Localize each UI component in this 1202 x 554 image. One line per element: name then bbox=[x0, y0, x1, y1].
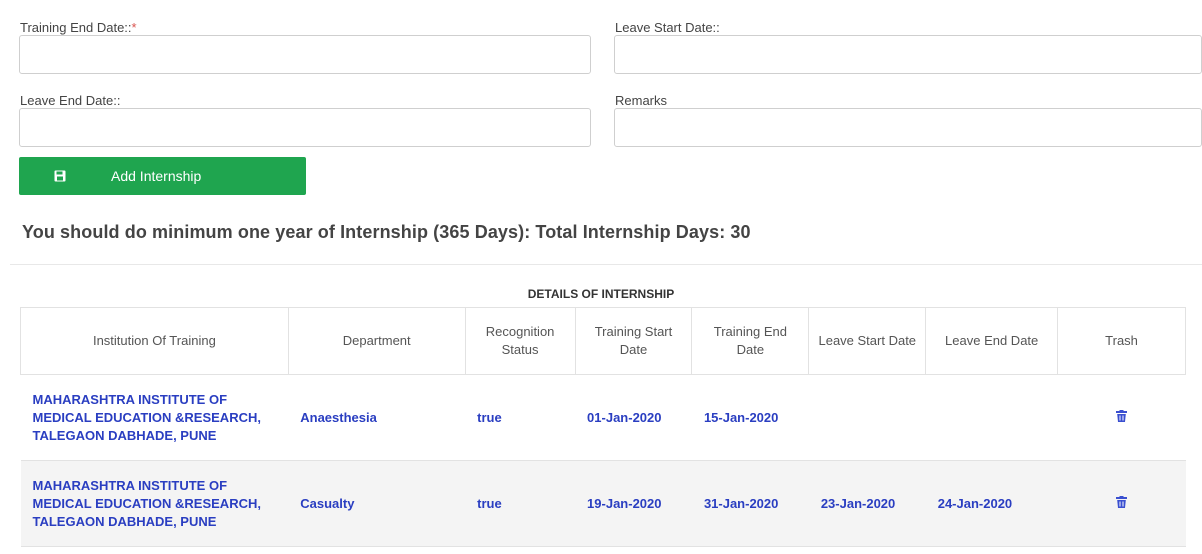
cell-leave-start bbox=[808, 374, 926, 461]
training-end-date-label-text: Training End Date:: bbox=[20, 20, 132, 35]
leave-start-date-input[interactable] bbox=[614, 35, 1202, 74]
col-header-leave-start: Leave Start Date bbox=[808, 307, 927, 375]
table-caption: DETAILS OF INTERNSHIP bbox=[527, 287, 675, 301]
cell-leave-end bbox=[925, 374, 1058, 461]
add-internship-label: Add Internship bbox=[111, 168, 202, 184]
trash-icon[interactable] bbox=[1116, 409, 1128, 427]
cell-institution: MAHARASHTRA INSTITUTE OF MEDICAL EDUCATI… bbox=[20, 460, 289, 547]
table-header-row: Institution Of Training Department Recog… bbox=[20, 307, 1186, 375]
cell-department: Casualty bbox=[288, 460, 466, 547]
col-header-institution: Institution Of Training bbox=[20, 307, 289, 375]
cell-trash bbox=[1057, 374, 1186, 461]
remarks-label: Remarks bbox=[615, 93, 668, 108]
training-end-date-input[interactable] bbox=[19, 35, 591, 74]
col-header-training-end: Training End Date bbox=[691, 307, 810, 375]
cell-training-start: 01-Jan-2020 bbox=[575, 374, 692, 461]
remarks-input[interactable] bbox=[614, 108, 1202, 147]
training-end-date-label: Training End Date::* bbox=[20, 20, 137, 35]
cell-training-end: 15-Jan-2020 bbox=[691, 374, 809, 461]
table-row: MAHARASHTRA INSTITUTE OF MEDICAL EDUCATI… bbox=[20, 460, 1186, 547]
cell-recognition: true bbox=[465, 460, 576, 547]
required-asterisk: * bbox=[131, 20, 137, 35]
cell-leave-end: 24-Jan-2020 bbox=[925, 460, 1058, 547]
add-internship-button[interactable]: Add Internship bbox=[19, 157, 306, 195]
table-row: MAHARASHTRA INSTITUTE OF MEDICAL EDUCATI… bbox=[20, 374, 1186, 461]
cell-department: Anaesthesia bbox=[288, 374, 466, 461]
leave-start-date-label: Leave Start Date:: bbox=[615, 20, 720, 35]
col-header-leave-end: Leave End Date bbox=[925, 307, 1059, 375]
col-header-department: Department bbox=[287, 307, 466, 375]
cell-recognition: true bbox=[465, 374, 576, 461]
trash-icon[interactable] bbox=[1116, 495, 1128, 513]
internship-table: Institution Of Training Department Recog… bbox=[20, 307, 1186, 547]
col-header-trash: Trash bbox=[1057, 307, 1186, 375]
leave-end-date-label: Leave End Date:: bbox=[20, 93, 121, 108]
internship-days-summary: You should do minimum one year of Intern… bbox=[22, 222, 751, 242]
cell-leave-start: 23-Jan-2020 bbox=[808, 460, 926, 547]
cell-trash bbox=[1057, 460, 1186, 547]
col-header-training-start: Training Start Date bbox=[574, 307, 693, 375]
cell-training-start: 19-Jan-2020 bbox=[575, 460, 692, 547]
col-header-recognition: Recognition Status bbox=[464, 307, 576, 375]
cell-training-end: 31-Jan-2020 bbox=[691, 460, 809, 547]
save-icon bbox=[19, 157, 101, 195]
cell-institution: MAHARASHTRA INSTITUTE OF MEDICAL EDUCATI… bbox=[20, 374, 289, 461]
leave-end-date-input[interactable] bbox=[19, 108, 591, 147]
